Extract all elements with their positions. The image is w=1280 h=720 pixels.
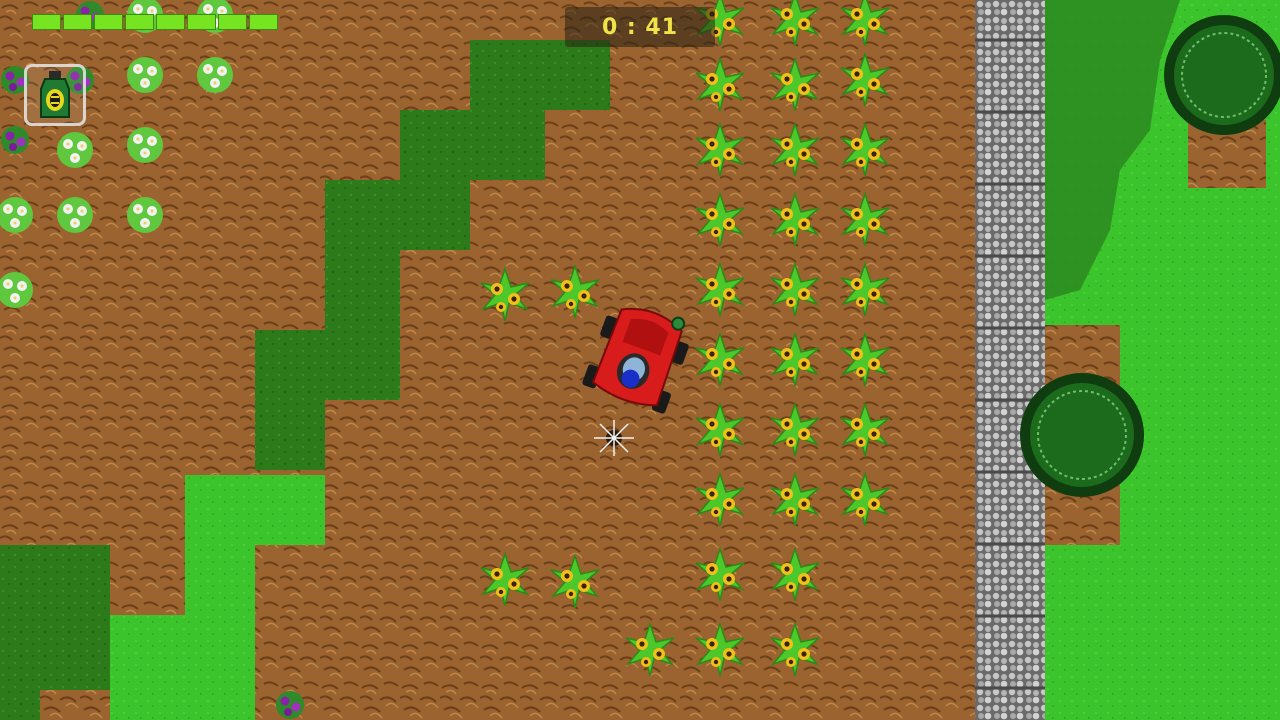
powerup-slot[interactable]	[24, 64, 86, 126]
bush-middle-right	[1020, 373, 1144, 497]
health-segment	[94, 14, 123, 30]
countdown-timer: 0 : 41	[565, 7, 715, 47]
garden-map	[0, 0, 1280, 720]
health-segment	[32, 14, 61, 30]
health-bar	[32, 14, 278, 30]
health-segment	[187, 14, 216, 30]
health-segment	[125, 14, 154, 30]
fertilizer-bottle-icon	[40, 71, 70, 118]
health-segment	[156, 14, 185, 30]
health-segment	[249, 14, 278, 30]
game-scene	[0, 0, 1280, 720]
stone-path	[975, 0, 1045, 720]
health-segment	[63, 14, 92, 30]
health-segment	[218, 14, 247, 30]
bush-top-right	[1164, 15, 1280, 135]
